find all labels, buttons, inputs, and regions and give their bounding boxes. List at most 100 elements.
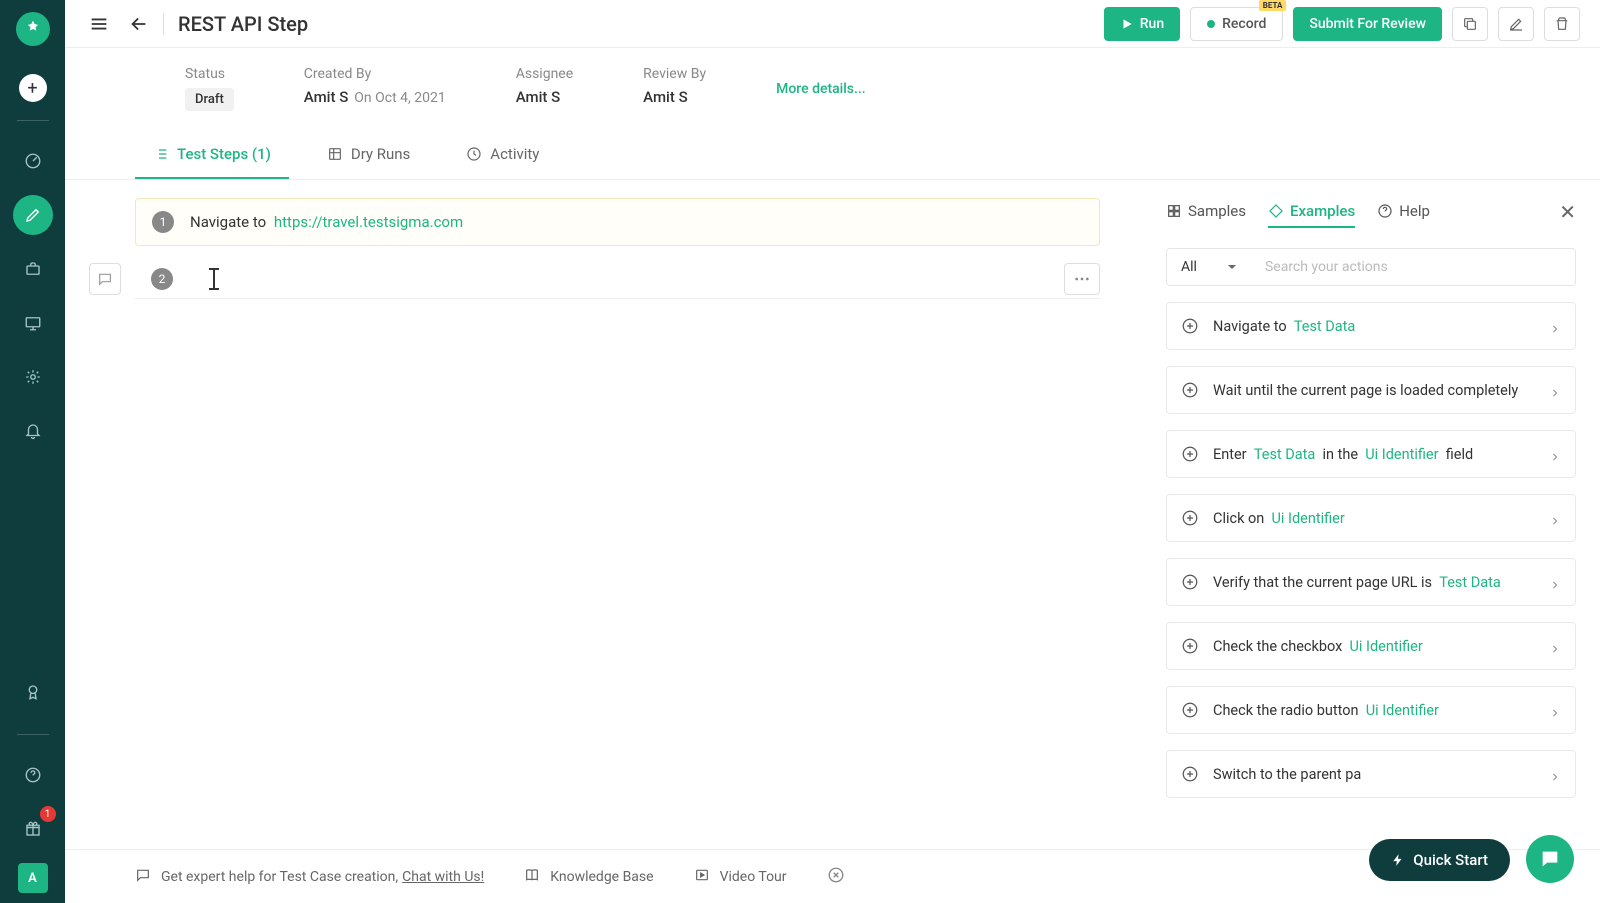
chat-fab[interactable]: [1526, 835, 1574, 883]
example-text: Switch to the parent pa: [1213, 766, 1549, 783]
example-item[interactable]: Switch to the parent pa: [1166, 750, 1576, 798]
panel-tab-samples[interactable]: Samples: [1166, 196, 1246, 228]
trash-icon: [1554, 16, 1570, 32]
diamond-icon: [1268, 203, 1284, 219]
edit-icon: [1508, 16, 1524, 32]
created-by-value: Amit SOn Oct 4, 2021: [304, 88, 446, 106]
filter-dropdown[interactable]: All: [1167, 249, 1251, 285]
step-number: 1: [152, 211, 174, 233]
video-tour-link[interactable]: Video Tour: [694, 867, 787, 887]
chat-icon: [97, 271, 113, 287]
app-logo-icon: [23, 19, 43, 39]
example-item[interactable]: Check the radio button Ui Identifier: [1166, 686, 1576, 734]
example-text: Enter Test Data in the Ui Identifier fie…: [1213, 446, 1549, 463]
back-button[interactable]: [125, 10, 153, 38]
example-text: Navigate to Test Data: [1213, 318, 1549, 335]
sidebar: + 1 A: [0, 0, 65, 903]
delete-button[interactable]: [1544, 7, 1580, 41]
user-avatar[interactable]: A: [18, 863, 48, 893]
chevron-down-icon: [1227, 262, 1237, 272]
menu-icon: [88, 13, 110, 35]
example-item[interactable]: Verify that the current page URL is Test…: [1166, 558, 1576, 606]
page-title: REST API Step: [178, 12, 308, 36]
search-input[interactable]: [1251, 249, 1575, 285]
knowledge-base-link[interactable]: Knowledge Base: [524, 867, 653, 887]
step-more-button[interactable]: [1064, 263, 1100, 295]
beta-badge: BETA: [1259, 0, 1287, 11]
tab-test-steps[interactable]: Test Steps (1): [135, 131, 289, 179]
table-icon: [327, 146, 343, 162]
clock-icon: [466, 146, 482, 162]
edit-button[interactable]: [1498, 7, 1534, 41]
tab-activity[interactable]: Activity: [448, 131, 557, 179]
briefcase-icon: [24, 260, 42, 278]
plus-circle-icon: [1181, 381, 1199, 399]
chevron-right-icon: [1549, 707, 1561, 719]
plus-circle-icon: [1181, 445, 1199, 463]
logo[interactable]: [16, 12, 50, 46]
submit-review-button[interactable]: Submit For Review: [1293, 7, 1442, 41]
panel-close-button[interactable]: ✕: [1559, 200, 1576, 224]
tab-dry-runs[interactable]: Dry Runs: [309, 131, 428, 179]
book-icon: [524, 867, 540, 883]
record-button[interactable]: RecordBETA: [1190, 7, 1283, 41]
footer-help-text: Get expert help for Test Case creation,: [161, 869, 398, 885]
text-cursor-icon: [213, 269, 215, 289]
gift-icon: [24, 820, 42, 838]
panel-tab-help[interactable]: Help: [1377, 196, 1430, 228]
chevron-right-icon: [1549, 579, 1561, 591]
question-circle-icon: [1377, 203, 1393, 219]
more-details-link[interactable]: More details...: [776, 81, 866, 97]
example-item[interactable]: Wait until the current page is loaded co…: [1166, 366, 1576, 414]
quick-start-button[interactable]: Quick Start: [1369, 839, 1510, 881]
example-item[interactable]: Navigate to Test Data: [1166, 302, 1576, 350]
new-step-row[interactable]: 2: [135, 260, 1100, 299]
bell-icon: [24, 422, 42, 440]
nav-desktop[interactable]: [13, 303, 53, 343]
panel-tab-examples[interactable]: Examples: [1268, 196, 1355, 228]
nav-badge[interactable]: [13, 672, 53, 712]
example-item[interactable]: Enter Test Data in the Ui Identifier fie…: [1166, 430, 1576, 478]
step-text: Navigate to https://travel.testsigma.com: [190, 213, 463, 231]
example-text: Check the checkbox Ui Identifier: [1213, 638, 1549, 655]
question-icon: [24, 766, 42, 784]
plus-circle-icon: [1181, 573, 1199, 591]
nav-gift[interactable]: 1: [13, 809, 53, 849]
nav-dashboard[interactable]: [13, 141, 53, 181]
plus-circle-icon: [1181, 637, 1199, 655]
status-label: Status: [185, 66, 234, 82]
pencil-icon: [24, 206, 42, 224]
nav-notifications[interactable]: [13, 411, 53, 451]
status-badge: Draft: [185, 88, 234, 111]
chevron-right-icon: [1549, 387, 1561, 399]
examples-panel: Samples Examples Help ✕ All Navigate to …: [1150, 180, 1600, 903]
grid-icon: [1166, 203, 1182, 219]
assignee-value: Amit S: [516, 88, 573, 106]
comment-button[interactable]: [89, 263, 121, 295]
example-item[interactable]: Check the checkbox Ui Identifier: [1166, 622, 1576, 670]
chevron-right-icon: [1549, 323, 1561, 335]
monitor-icon: [24, 314, 42, 332]
example-item[interactable]: Click on Ui Identifier: [1166, 494, 1576, 542]
review-by-value: Amit S: [643, 88, 706, 106]
nav-settings[interactable]: [13, 357, 53, 397]
nav-tests[interactable]: [13, 195, 53, 235]
test-step-row[interactable]: 1 Navigate to https://travel.testsigma.c…: [135, 198, 1100, 246]
run-button[interactable]: Run: [1104, 7, 1180, 41]
nav-help[interactable]: [13, 755, 53, 795]
nav-suitcase[interactable]: [13, 249, 53, 289]
hamburger-menu[interactable]: [85, 10, 113, 38]
plus-circle-icon: [1181, 509, 1199, 527]
example-text: Click on Ui Identifier: [1213, 510, 1549, 527]
created-by-label: Created By: [304, 66, 446, 82]
example-text: Verify that the current page URL is Test…: [1213, 574, 1549, 591]
example-text: Check the radio button Ui Identifier: [1213, 702, 1549, 719]
speedometer-icon: [24, 152, 42, 170]
chevron-right-icon: [1549, 643, 1561, 655]
plus-circle-icon: [1181, 701, 1199, 719]
add-button[interactable]: +: [19, 74, 47, 102]
duplicate-button[interactable]: [1452, 7, 1488, 41]
chat-with-us-link[interactable]: Chat with Us!: [402, 869, 484, 885]
divider: [17, 120, 49, 121]
footer-close-button[interactable]: [827, 866, 845, 888]
